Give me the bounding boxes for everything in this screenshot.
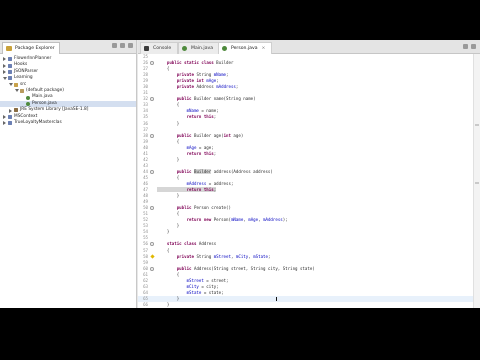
java-file-icon [222,46,227,51]
package-icon [20,89,24,94]
expand-arrow-icon[interactable] [3,121,6,126]
tree-item[interactable]: TrueLoyaltyMasterclas [0,120,136,126]
expand-arrow-icon[interactable] [3,57,6,62]
editor-toolbar [463,44,476,49]
project-icon [8,114,12,119]
collapse-arrow-icon[interactable] [15,89,19,93]
library-icon [14,108,18,113]
editor-tab-label: Person.java [231,46,258,51]
fold-toggle-icon[interactable] [150,133,154,138]
project-icon [8,69,12,74]
fold-toggle-icon[interactable] [150,266,154,271]
text-cursor [276,296,277,301]
expand-arrow-icon[interactable] [9,108,12,113]
expand-arrow-icon[interactable] [3,114,6,119]
project-tree: FlowerInnPlanner Hooks JSONParser Learning s… [0,54,136,126]
occurrence-marker[interactable] [475,182,479,184]
editor-tab-label: Console [153,46,172,51]
project-icon [8,63,12,68]
java-file-icon [26,95,30,100]
fold-toggle-icon[interactable] [150,206,154,211]
console-icon [144,46,149,51]
view-toolbar [112,43,133,48]
java-file-icon [182,46,187,51]
editor-tab[interactable]: Person.java × [218,42,273,54]
expand-arrow-icon[interactable] [3,63,6,68]
view-menu-icon[interactable] [128,43,133,48]
fold-toggle-icon[interactable] [150,242,154,247]
package-explorer-title: Package Explorer [15,46,55,51]
editor-tab[interactable]: Main.java [178,42,221,54]
package-explorer: Package Explorer FlowerInnPlanner Hooks JS… [0,40,137,308]
code-editor: Console Main.java Person.java × 25 26 public… [138,40,480,308]
maximize-icon[interactable] [471,44,476,49]
fold-toggle-icon[interactable] [150,169,154,174]
editor-tab-label: Main.java [191,46,214,51]
expand-arrow-icon[interactable] [3,70,6,75]
project-icon [8,57,12,62]
package-explorer-tab[interactable]: Package Explorer [2,42,60,54]
java-file-icon [26,101,30,106]
package-explorer-tabbar: Package Explorer [0,40,136,54]
editor-tab[interactable]: Console [140,42,179,54]
eclipse-workbench: Package Explorer FlowerInnPlanner Hooks JS… [0,40,480,308]
collapse-arrow-icon[interactable] [3,76,7,80]
collapse-all-icon[interactable] [112,43,117,48]
source-folder-icon [14,82,18,87]
project-icon [8,121,12,126]
fold-toggle-icon[interactable] [150,61,154,66]
editor-tabbar: Console Main.java Person.java × [138,40,480,54]
code-area[interactable]: 25 26 public static class Builder 27 {28 p… [138,54,480,308]
fold-toggle-icon[interactable] [150,97,154,102]
tree-item-label: TrueLoyaltyMasterclas [14,119,62,125]
link-editor-icon[interactable] [120,43,125,48]
package-explorer-icon [6,46,12,51]
warning-icon [149,254,155,259]
project-icon [8,76,12,81]
occurrence-marker[interactable] [475,124,479,126]
collapse-arrow-icon[interactable] [9,82,13,86]
overview-ruler[interactable] [473,54,480,308]
minimize-icon[interactable] [463,44,468,49]
close-tab-icon[interactable]: × [262,46,266,51]
